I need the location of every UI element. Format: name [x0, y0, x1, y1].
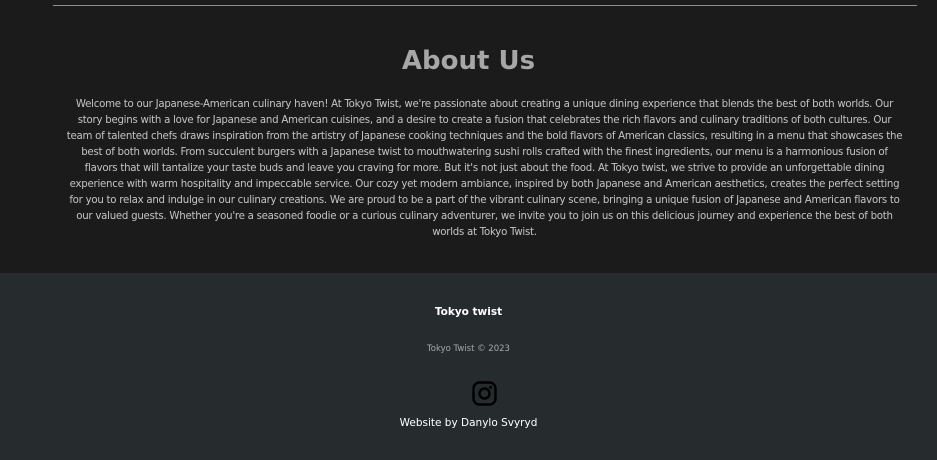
footer-brand-name: Tokyo twist: [434, 306, 503, 318]
about-section: About Us Welcome to our Japanese-America…: [0, 0, 937, 273]
instagram-icon: [472, 381, 497, 406]
footer-copyright: Tokyo Twist © 2023: [427, 344, 510, 354]
footer-credit: Website by Danylo Svyryd: [399, 417, 538, 429]
about-title: About Us: [401, 46, 536, 76]
section-divider: [53, 5, 917, 6]
about-description: Welcome to our Japanese-American culinar…: [66, 99, 903, 238]
site-footer: Tokyo twist Tokyo Twist © 2023 Website b…: [0, 273, 937, 460]
instagram-link[interactable]: [472, 381, 497, 406]
